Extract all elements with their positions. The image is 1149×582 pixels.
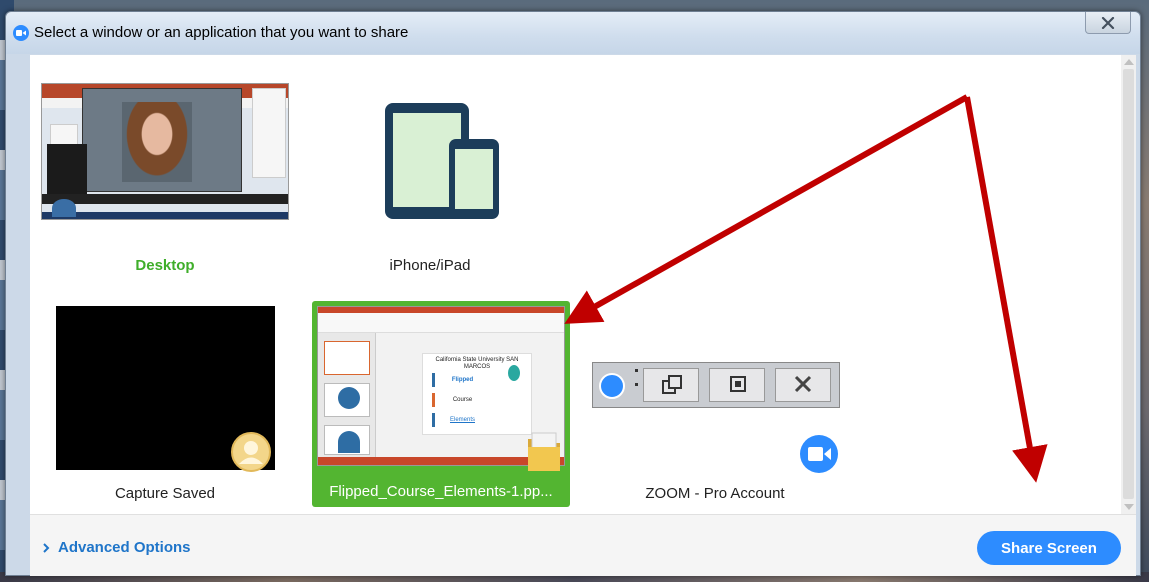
share-dialog: Select a window or an application that y… — [5, 11, 1141, 576]
capture-saved-label: Capture Saved — [114, 485, 216, 502]
zoom-toolbar-thumbnail — [592, 362, 840, 408]
tablet-phone-icon — [385, 103, 499, 219]
advanced-options-label: Advanced Options — [58, 539, 191, 556]
scroll-thumb[interactable] — [1123, 69, 1134, 499]
chevron-right-icon — [43, 542, 50, 553]
iphone-ipad-label: iPhone/iPad — [389, 257, 471, 274]
user-icon — [231, 432, 271, 472]
title-bar: Select a window or an application that y… — [6, 12, 1140, 54]
tile-desktop[interactable]: Desktop — [40, 83, 290, 283]
thumb-item-course: Course — [432, 393, 490, 407]
tile-iphone-ipad[interactable]: iPhone/iPad — [305, 83, 555, 283]
zoom-pro-label: ZOOM - Pro Account — [645, 485, 785, 502]
tile-powerpoint[interactable]: California State University SAN MARCOS F… — [312, 301, 570, 507]
share-options-area: Desktop iPhone/iPad Capture Saved Califo… — [30, 55, 1136, 514]
scroll-down-arrow[interactable] — [1124, 504, 1134, 510]
close-button[interactable] — [1085, 12, 1131, 34]
folder-icon — [528, 432, 560, 471]
window-title: Select a window or an application that y… — [34, 24, 409, 41]
scroll-up-arrow[interactable] — [1124, 59, 1134, 65]
close-icon — [1101, 16, 1115, 29]
desktop-thumbnail — [41, 83, 289, 220]
tile-zoom-pro[interactable]: ZOOM - Pro Account — [590, 303, 840, 503]
tile-capture-saved[interactable]: Capture Saved — [40, 303, 290, 503]
share-screen-button[interactable]: Share Screen — [977, 531, 1121, 565]
vertical-scrollbar[interactable] — [1121, 55, 1136, 514]
desktop-label: Desktop — [135, 257, 195, 274]
zoom-logo-icon — [13, 25, 29, 41]
powerpoint-label: Flipped_Course_Elements-1.pp... — [329, 483, 553, 500]
dialog-footer: Advanced Options Share Screen — [30, 514, 1136, 576]
advanced-options-link[interactable]: Advanced Options — [42, 539, 191, 556]
thumb-item-elements: Elements — [432, 413, 490, 427]
zoom-app-icon — [800, 435, 838, 473]
thumb-item-flipped: Flipped — [432, 373, 490, 387]
